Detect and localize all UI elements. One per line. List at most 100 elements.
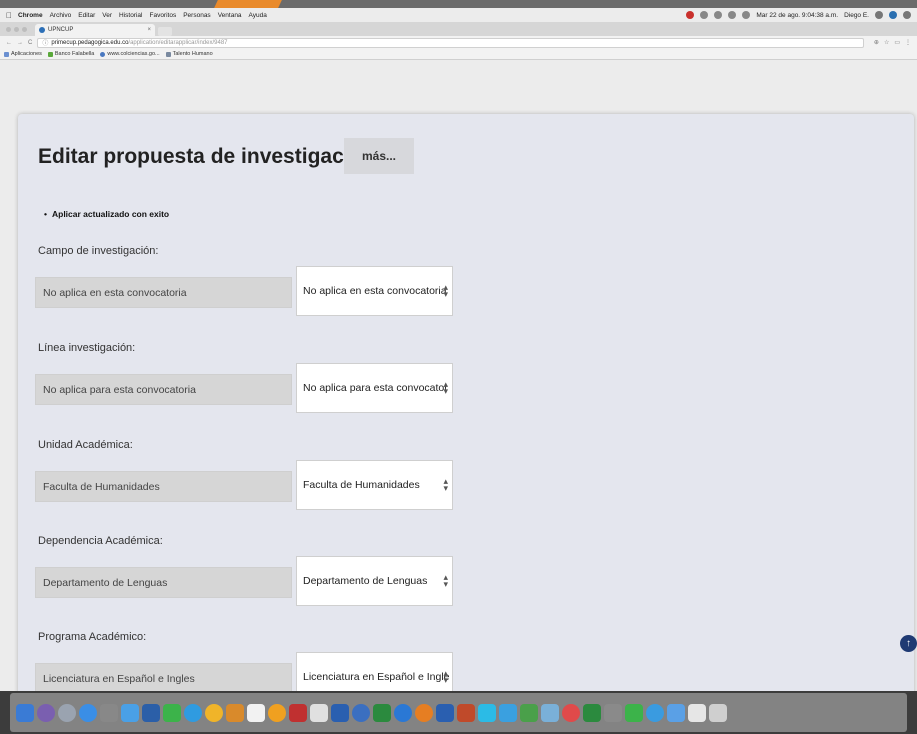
bookmark-apps[interactable]: Aplicaciones: [4, 51, 42, 57]
notification-center-icon[interactable]: [903, 11, 911, 19]
apple-icon[interactable]: : [6, 11, 12, 20]
bookmark-talento-label: Talento Humano: [172, 51, 213, 57]
page-icon: [165, 51, 171, 57]
whatsapp-icon[interactable]: [625, 703, 643, 722]
contacts-icon[interactable]: [142, 703, 160, 722]
excel2-icon[interactable]: [583, 703, 601, 722]
bookmark-colciencias[interactable]: www.colciencias.go...: [100, 51, 160, 57]
app-store2-icon[interactable]: [499, 703, 517, 722]
back-icon[interactable]: ←: [6, 40, 12, 46]
dependencia-select-value: Departamento de Lenguas: [303, 575, 428, 587]
browser-tab[interactable]: UPNCUP ×: [35, 24, 155, 36]
messages-icon[interactable]: [163, 703, 181, 722]
calendar-icon[interactable]: [247, 703, 265, 722]
field-label-linea: Línea investigación:: [38, 342, 136, 354]
more-button[interactable]: más...: [344, 138, 414, 174]
volume-icon[interactable]: [742, 11, 751, 19]
menu-archivo[interactable]: Archivo: [50, 12, 72, 19]
updown-caret-icon: ▴ ▾: [443, 282, 448, 299]
siri-icon[interactable]: [889, 11, 897, 19]
facetime-icon[interactable]: [184, 703, 202, 722]
clock-icon[interactable]: [700, 11, 709, 19]
maps-icon[interactable]: [520, 703, 538, 722]
word2-icon[interactable]: [436, 703, 454, 722]
notes-icon[interactable]: [226, 703, 244, 722]
powerpoint-icon[interactable]: [457, 703, 475, 722]
close-window-icon[interactable]: [6, 26, 11, 32]
menu-historial[interactable]: Historial: [119, 12, 142, 19]
firefox-icon[interactable]: [415, 703, 433, 722]
falabella-icon: [47, 51, 53, 57]
app-store-icon[interactable]: [289, 703, 307, 722]
chrome-skype-icon[interactable]: [352, 703, 370, 722]
url-host: primecup.pedagogica.edu.co: [51, 39, 129, 46]
scroll-top-button[interactable]: ↑: [900, 635, 917, 652]
menu-dots-icon[interactable]: ⋮: [905, 39, 911, 46]
reload-icon[interactable]: C: [28, 40, 32, 46]
bookmark-colciencias-label: www.colciencias.go...: [107, 51, 160, 57]
word-icon[interactable]: [331, 703, 349, 722]
programa-current-value: Licenciatura en Español e Ingles: [35, 663, 292, 694]
linea-select[interactable]: No aplica para esta convocator ▴ ▾: [296, 363, 453, 413]
bluetooth-icon[interactable]: [714, 11, 723, 19]
menu-editar[interactable]: Editar: [78, 12, 95, 19]
menu-ventana[interactable]: Ventana: [218, 12, 242, 19]
bookmark-talento-humano[interactable]: Talento Humano: [165, 51, 213, 57]
trash-icon[interactable]: [709, 703, 727, 722]
unidad-select[interactable]: Faculta de Humanidades ▴ ▾: [296, 460, 453, 510]
cursor-app-icon[interactable]: [604, 703, 622, 722]
campo-select[interactable]: No aplica en esta convocatoria ▴ ▾: [296, 266, 453, 316]
minimize-window-icon[interactable]: [14, 26, 19, 32]
wifi-icon[interactable]: [728, 11, 737, 19]
photos-icon[interactable]: [268, 703, 286, 722]
brush-app-icon[interactable]: [310, 703, 328, 722]
chrome-icon[interactable]: [394, 703, 412, 722]
field-label-programa: Programa Académico:: [38, 631, 147, 643]
browser-tabbar: UPNCUP ×: [0, 22, 917, 36]
downloads-icon[interactable]: [646, 703, 664, 722]
bookmark-banco-falabella[interactable]: Banco Falabella: [47, 51, 95, 57]
ibooks-icon[interactable]: [205, 703, 223, 722]
spotlight-icon[interactable]: [875, 11, 883, 19]
menu-ver[interactable]: Ver: [102, 12, 112, 19]
status-app-icon[interactable]: [686, 11, 695, 19]
extension-icon[interactable]: ▭: [894, 39, 900, 46]
address-field[interactable]: ⓘ primecup.pedagogica.edu.co /applicatio…: [37, 37, 864, 48]
document-icon[interactable]: [688, 703, 706, 722]
tab-title: UPNCUP: [48, 27, 74, 33]
campo-select-value: No aplica en esta convocatoria: [303, 285, 447, 297]
menu-chrome[interactable]: Chrome: [18, 12, 43, 19]
slide-top-strip: [0, 0, 917, 8]
macos-menubar:  Chrome Archivo Editar Ver Historial Fa…: [0, 8, 917, 22]
folder-icon[interactable]: [667, 703, 685, 722]
launchpad-icon[interactable]: [58, 703, 76, 722]
linea-current-value: No aplica para esta convocatoria: [35, 374, 292, 405]
url-info-icon[interactable]: ⓘ: [42, 38, 48, 47]
menu-favoritos[interactable]: Favoritos: [149, 12, 176, 19]
excel-icon[interactable]: [373, 703, 391, 722]
menubar-clock[interactable]: Mar 22 de ago. 9:04:38 a.m.: [756, 12, 838, 19]
finder-icon[interactable]: [16, 703, 34, 722]
arrow-up-icon: ↑: [906, 638, 911, 649]
photo-booth-icon[interactable]: [100, 703, 118, 722]
zoom-icon[interactable]: ⊕: [874, 39, 879, 46]
url-path: /application/editarapplicar/index/9487: [128, 39, 228, 46]
menubar-user[interactable]: Diego E.: [844, 12, 869, 19]
itunes-icon[interactable]: [562, 703, 580, 722]
mail-icon[interactable]: [121, 703, 139, 722]
close-tab-icon[interactable]: ×: [147, 27, 151, 33]
skype-icon[interactable]: [478, 703, 496, 722]
forward-icon[interactable]: →: [17, 40, 23, 46]
field-label-dependencia: Dependencia Académica:: [38, 535, 163, 547]
bookmarks-bar: Aplicaciones Banco Falabella www.colcien…: [0, 49, 917, 60]
bookmark-falabella-label: Banco Falabella: [54, 51, 95, 57]
zoom-window-icon[interactable]: [22, 26, 27, 32]
bookmark-star-icon[interactable]: ☆: [884, 39, 889, 46]
dependencia-select[interactable]: Departamento de Lenguas ▴ ▾: [296, 556, 453, 606]
menu-ayuda[interactable]: Ayuda: [249, 12, 267, 19]
safari-icon[interactable]: [79, 703, 97, 722]
menu-personas[interactable]: Personas: [183, 12, 210, 19]
new-tab-button[interactable]: [158, 27, 172, 36]
preview-icon[interactable]: [541, 703, 559, 722]
siri-dock-icon[interactable]: [37, 703, 55, 722]
